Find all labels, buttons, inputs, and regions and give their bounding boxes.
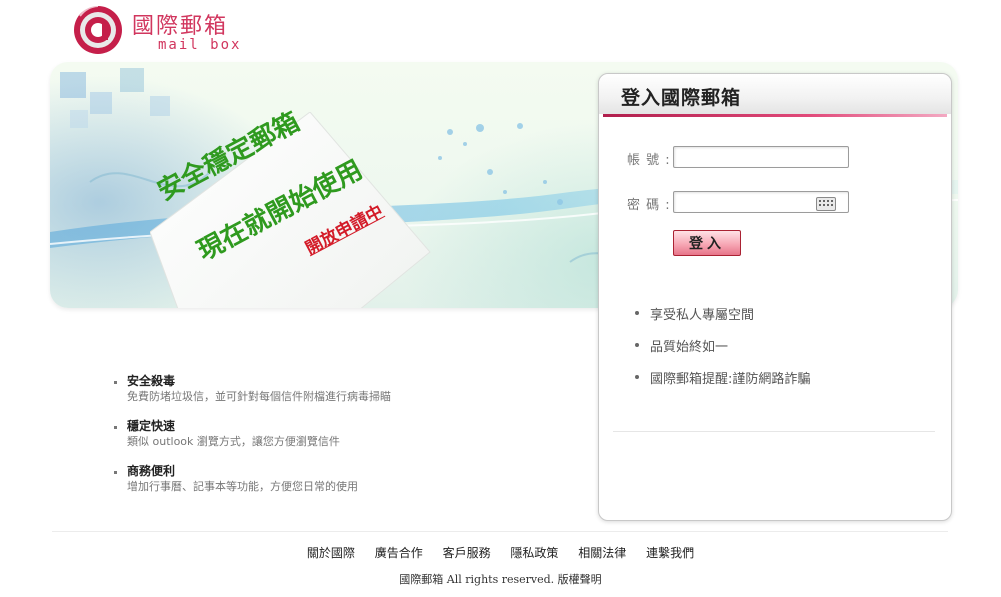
- login-panel: 登入國際郵箱 帳 號 : 密 碼 : 登入 享受私人專屬空間 品質始終如一 國際…: [598, 73, 952, 521]
- feature-item: 安全殺毒 免費防堵垃圾信，並可針對每個信件附檔進行病毒掃瞄: [114, 374, 391, 419]
- logo-title: 國際郵箱: [132, 14, 229, 39]
- feature-title: 安全殺毒: [127, 374, 176, 388]
- password-label: 密 碼 :: [627, 198, 671, 213]
- feature-title: 商務便利: [127, 464, 176, 478]
- copyright-text: 國際郵箱 All rights reserved. 版權聲明: [399, 573, 602, 586]
- login-title: 登入國際郵箱: [621, 87, 742, 109]
- list-item: 品質始終如一: [635, 336, 810, 368]
- footer-link-advertising[interactable]: 廣告合作: [375, 546, 423, 560]
- login-header-divider: [603, 114, 947, 117]
- account-label: 帳 號 :: [627, 153, 671, 168]
- feature-item: 穩定快速 類似 outlook 瀏覽方式，讓您方便瀏覽信件: [114, 419, 391, 464]
- login-divider: [613, 431, 935, 432]
- footer-divider: [52, 531, 948, 532]
- login-info-list: 享受私人專屬空間 品質始終如一 國際郵箱提醒:謹防網路詐騙: [635, 304, 810, 400]
- footer-link-privacy[interactable]: 隱私政策: [510, 546, 558, 560]
- logo-subtitle: mail box: [158, 37, 242, 53]
- feature-description: 增加行事曆、記事本等功能，方便您日常的使用: [127, 480, 358, 493]
- feature-item: 商務便利 增加行事曆、記事本等功能，方便您日常的使用: [114, 464, 391, 509]
- footer-link-legal[interactable]: 相關法律: [578, 546, 626, 560]
- footer-link-contact[interactable]: 連繫我們: [646, 546, 694, 560]
- footer-nav: 關於國際 廣告合作 客戶服務 隱私政策 相關法律 連繫我們: [0, 544, 1001, 561]
- footer-link-about[interactable]: 關於國際: [307, 546, 355, 560]
- feature-description: 類似 outlook 瀏覽方式，讓您方便瀏覽信件: [127, 435, 340, 448]
- virtual-keyboard-icon[interactable]: [816, 197, 836, 211]
- login-header: 登入國際郵箱: [599, 74, 951, 114]
- at-sign-logo-icon: [74, 5, 122, 54]
- feature-title: 穩定快速: [127, 419, 176, 433]
- feature-list: 安全殺毒 免費防堵垃圾信，並可針對每個信件附檔進行病毒掃瞄 穩定快速 類似 ou…: [114, 374, 391, 509]
- login-button[interactable]: 登入: [673, 230, 741, 256]
- list-item[interactable]: 國際郵箱提醒:謹防網路詐騙: [635, 368, 810, 400]
- list-item: 享受私人專屬空間: [635, 304, 810, 336]
- logo[interactable]: 國際郵箱 mail box: [72, 4, 252, 56]
- feature-description: 免費防堵垃圾信，並可針對每個信件附檔進行病毒掃瞄: [127, 390, 391, 403]
- footer-link-customer-service[interactable]: 客戶服務: [443, 546, 491, 560]
- account-input[interactable]: [673, 146, 849, 168]
